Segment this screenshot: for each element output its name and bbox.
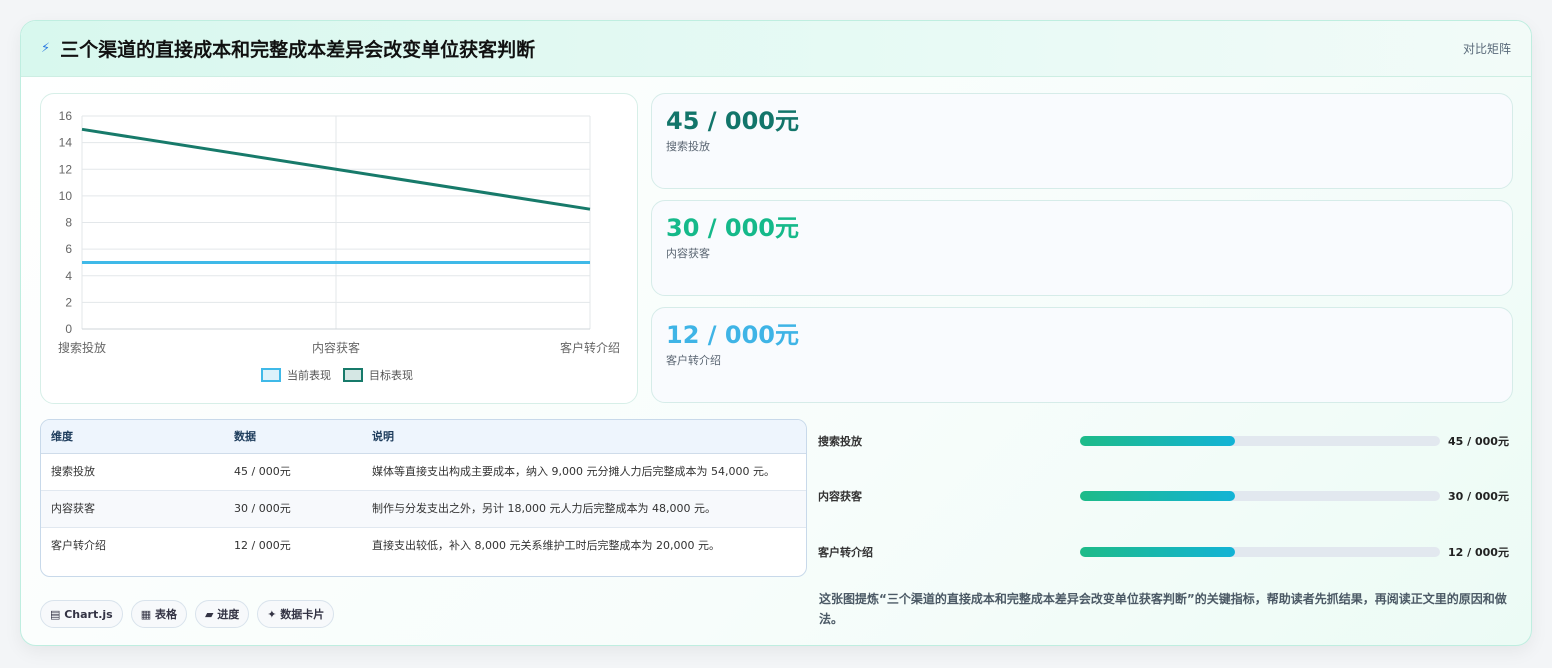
- legend-label: 目标表现: [369, 368, 413, 382]
- table-cell: 搜索投放: [41, 453, 224, 491]
- progress-label: 客户转介绍: [818, 546, 873, 559]
- tech-chips: ▤ Chart.js ▦ 表格 ▰ 进度 ✦ 数据卡片: [40, 600, 335, 628]
- progress-track: [1080, 436, 1440, 446]
- summary-note: 这张图提炼“三个渠道的直接成本和完整成本差异会改变单位获客判断”的关键指标，帮助…: [819, 592, 1507, 626]
- column-header: 维度: [41, 420, 224, 454]
- chip-table[interactable]: ▦ 表格: [130, 600, 187, 628]
- y-tick-label: 12: [59, 162, 73, 176]
- legend-label: 当前表现: [287, 368, 331, 382]
- table-cell: 45 / 000元: [224, 453, 362, 491]
- page-title: ⚡ 三个渠道的直接成本和完整成本差异会改变单位获客判断: [41, 35, 535, 62]
- y-tick-label: 6: [65, 242, 72, 256]
- kpi-value: 12 / 000元: [666, 321, 799, 349]
- y-tick-label: 10: [59, 189, 73, 203]
- progress-value: 30 / 000元: [1448, 490, 1509, 503]
- progress-row: 内容获客 30 / 000元: [818, 486, 1513, 506]
- progress-track: [1080, 491, 1440, 501]
- progress-fill: [1080, 436, 1235, 446]
- table-cell: 30 / 000元: [224, 490, 362, 528]
- kpi-label: 内容获客: [666, 247, 710, 260]
- comparison-card: ⚡ 三个渠道的直接成本和完整成本差异会改变单位获客判断 对比矩阵 0 2 4 6 8 10…: [20, 20, 1532, 646]
- table-row: 搜索投放 45 / 000元 媒体等直接支出构成主要成本，纳入 9,000 元分…: [41, 453, 806, 491]
- y-tick-label: 2: [65, 295, 72, 309]
- line-chart: 0 2 4 6 8 10 12 14 16 搜索投放 内容获客 客户转介绍当前表现 目标表现: [40, 93, 638, 404]
- type-tag: 对比矩阵: [1462, 42, 1511, 56]
- table-row: 客户转介绍 12 / 000元 直接支出较低，补入 8,000 元关系维护工时后…: [41, 527, 806, 564]
- progress-row: 客户转介绍 12 / 000元: [818, 542, 1513, 562]
- y-tick-label: 0: [65, 322, 72, 336]
- progress-row: 搜索投放 45 / 000元: [818, 431, 1513, 451]
- chart-svg: 0 2 4 6 8 10 12 14 16 搜索投放 内容获客 客户转介绍当前表现 目标表现: [58, 109, 620, 382]
- table-cell: 客户转介绍: [51, 538, 106, 552]
- x-tick-label: 客户转介绍: [560, 340, 620, 355]
- data-table: 维度 数据 说明 搜索投放 45 / 000元 媒体等直接支出构成主要成本，纳入…: [40, 419, 807, 577]
- y-tick-label: 4: [65, 269, 72, 283]
- legend-swatch: [343, 368, 363, 382]
- kpi-card-search: 45 / 000元 搜索投放: [651, 93, 1513, 189]
- kpi-label: 客户转介绍: [666, 354, 721, 367]
- table-cell: 直接支出较低，补入 8,000 元关系维护工时后完整成本为 20,000 元。: [372, 538, 720, 552]
- kpi-card-referral: 12 / 000元 客户转介绍: [651, 307, 1513, 403]
- progress-fill: [1080, 547, 1235, 557]
- lightning-icon: ⚡: [41, 41, 51, 56]
- chip-progress[interactable]: ▰ 进度: [194, 600, 250, 628]
- kpi-label: 搜索投放: [666, 140, 710, 153]
- y-tick-label: 16: [59, 109, 73, 123]
- kpi-value: 30 / 000元: [666, 214, 799, 242]
- chip-chartjs[interactable]: ▤ Chart.js: [40, 600, 123, 628]
- title-text: 三个渠道的直接成本和完整成本差异会改变单位获客判断: [60, 39, 536, 61]
- progress-value: 45 / 000元: [1448, 435, 1509, 448]
- table-cell: 媒体等直接支出构成主要成本，纳入 9,000 元分摊人力后完整成本为 54,00…: [362, 453, 806, 491]
- y-tick-label: 8: [65, 216, 72, 230]
- table-cell: 12 / 000元: [234, 538, 291, 552]
- table-row: 内容获客 30 / 000元 制作与分发支出之外，另计 18,000 元人力后完…: [41, 490, 806, 528]
- progress-value: 12 / 000元: [1448, 546, 1509, 559]
- column-header: 说明: [362, 420, 806, 454]
- x-tick-label: 内容获客: [312, 340, 360, 355]
- kpi-value: 45 / 000元: [666, 107, 799, 135]
- chip-data-card[interactable]: ✦ 数据卡片: [257, 600, 335, 628]
- card-header: ⚡ 三个渠道的直接成本和完整成本差异会改变单位获客判断 对比矩阵: [21, 21, 1531, 77]
- kpi-card-content: 30 / 000元 内容获客: [651, 200, 1513, 296]
- progress-label: 内容获客: [818, 490, 862, 503]
- legend-swatch: [261, 368, 281, 382]
- column-header: 数据: [224, 420, 362, 454]
- progress-fill: [1080, 491, 1235, 501]
- x-tick-label: 搜索投放: [58, 340, 106, 355]
- table-cell: 内容获客: [41, 490, 224, 528]
- y-tick-label: 14: [59, 136, 73, 150]
- progress-label: 搜索投放: [818, 435, 862, 448]
- table-cell: 制作与分发支出之外，另计 18,000 元人力后完整成本为 48,000 元。: [362, 490, 806, 528]
- progress-track: [1080, 547, 1440, 557]
